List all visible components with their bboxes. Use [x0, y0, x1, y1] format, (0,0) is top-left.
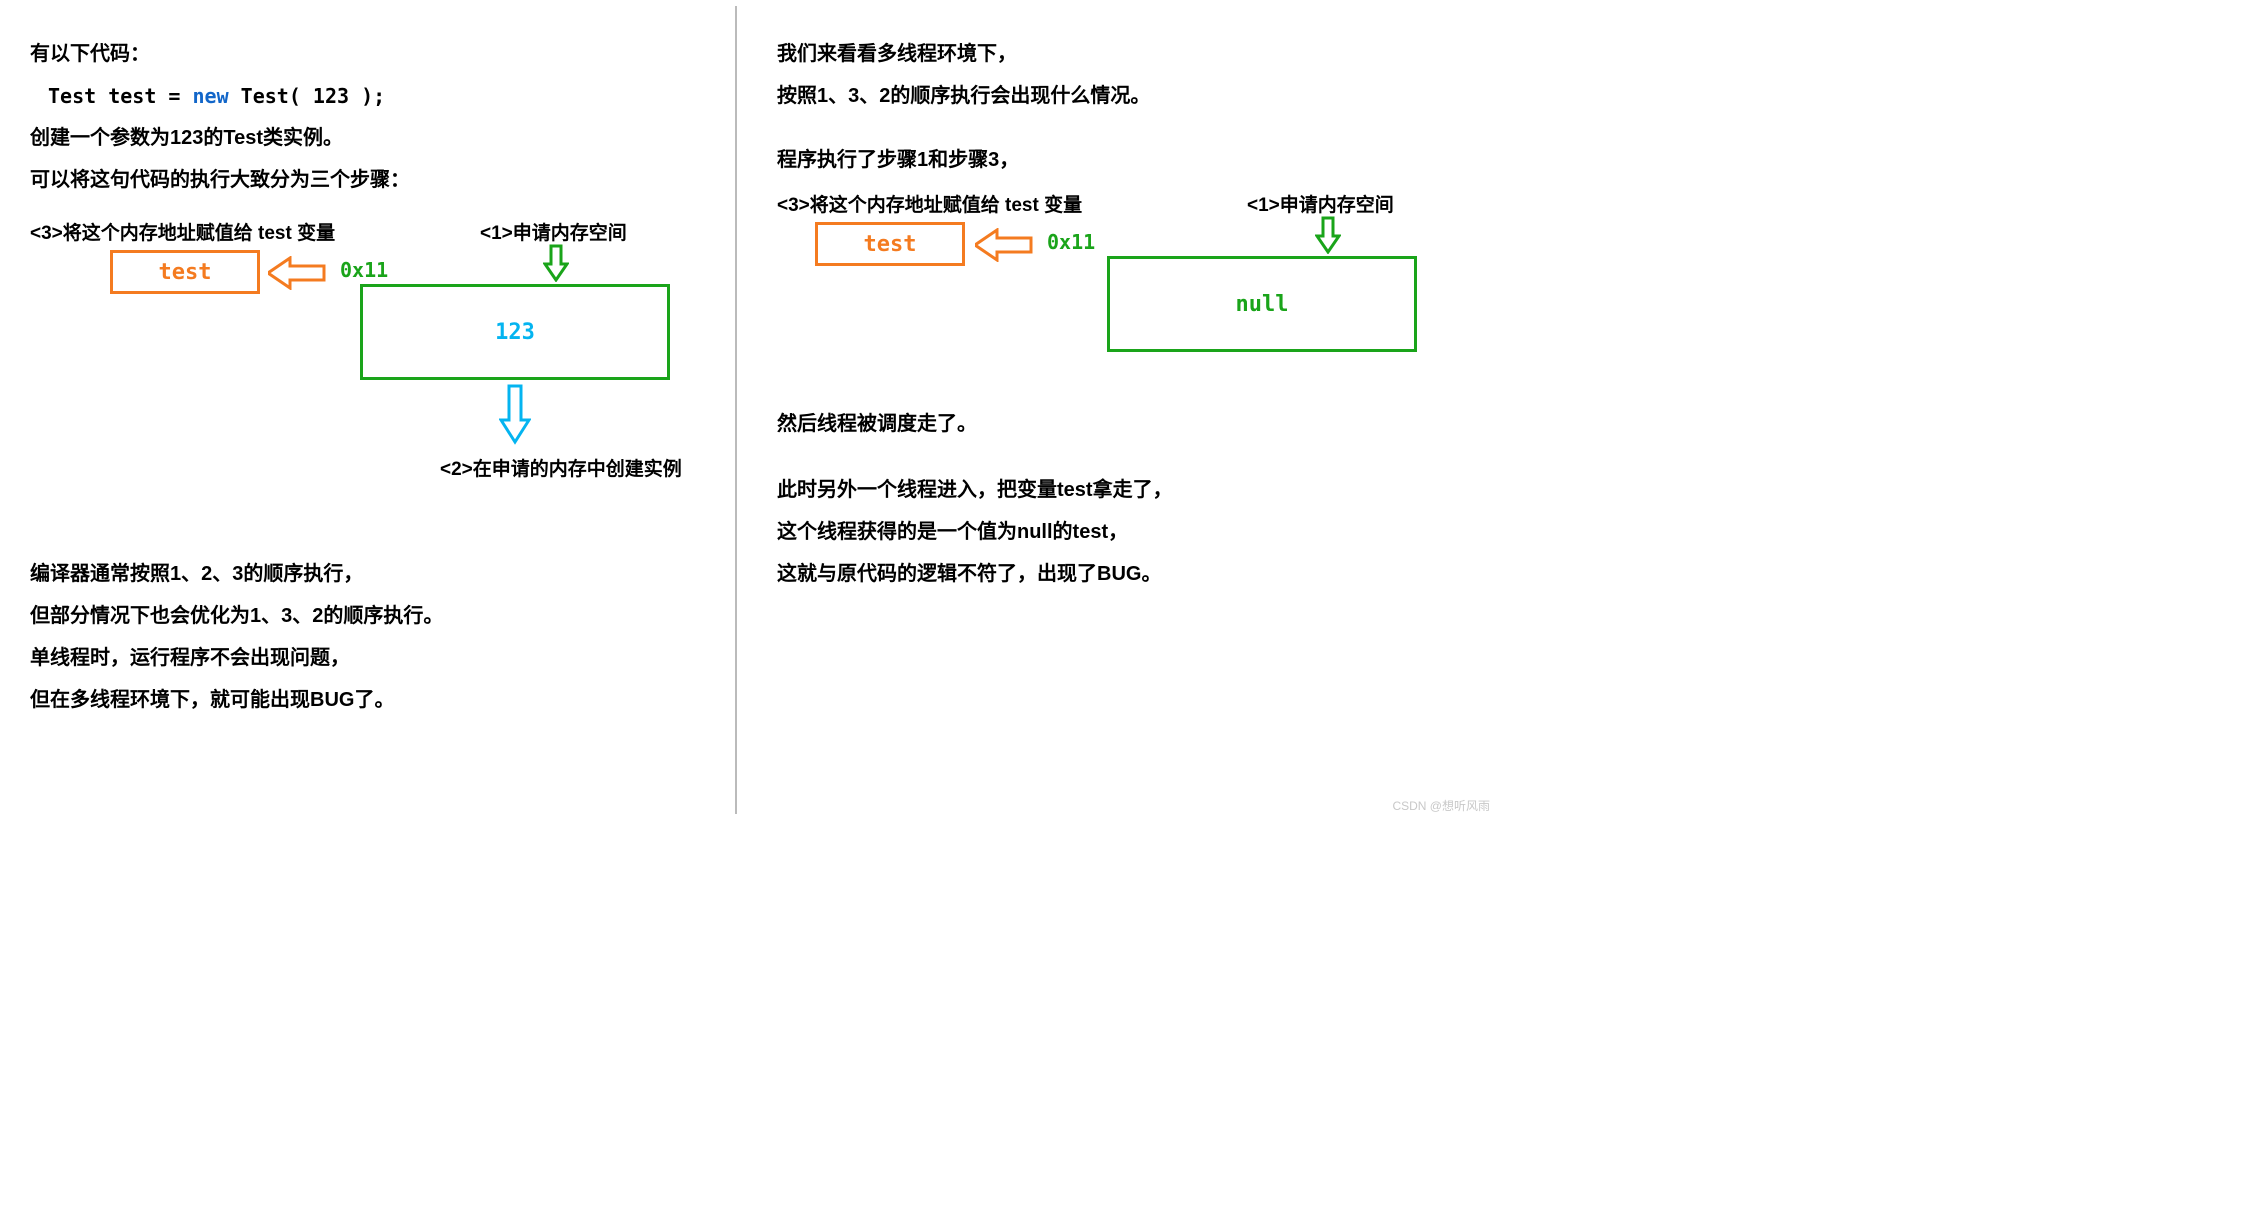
step2-label: <2>在申请的内存中创建实例	[440, 454, 682, 481]
code-part-b: Test( 123 );	[229, 84, 386, 108]
right-column: 我们来看看多线程环境下， 按照1、3、2的顺序执行会出现什么情况。 程序执行了步…	[737, 0, 1472, 820]
code-part-a: Test test =	[48, 84, 193, 108]
watermark: CSDN @想听风雨	[1392, 797, 1490, 814]
left-diagram: <3>将这个内存地址赋值给 test 变量 <1>申请内存空间 test 0x1…	[30, 208, 715, 518]
left-intro-3: 可以将这句代码的执行大致分为三个步骤：	[30, 162, 715, 198]
right-diagram: <3>将这个内存地址赋值给 test 变量 <1>申请内存空间 test 0x1…	[777, 190, 1452, 400]
memory-box-r: null	[1107, 256, 1417, 352]
right-paragraphs: 此时另外一个线程进入，把变量test拿走了， 这个线程获得的是一个值为null的…	[777, 472, 1452, 592]
right-r6: 这个线程获得的是一个值为null的test，	[777, 514, 1452, 550]
step1-label-r: <1>申请内存空间	[1247, 190, 1394, 217]
left-column: 有以下代码： Test test = new Test( 123 ); 创建一个…	[0, 0, 735, 820]
memory-box: 123	[360, 284, 670, 380]
left-intro-2: 创建一个参数为123的Test类实例。	[30, 120, 715, 156]
page: 有以下代码： Test test = new Test( 123 ); 创建一个…	[0, 0, 1500, 820]
left-intro-1: 有以下代码：	[30, 36, 715, 72]
code-line: Test test = new Test( 123 );	[30, 78, 715, 114]
left-p4: 但在多线程环境下，就可能出现BUG了。	[30, 682, 715, 718]
address-label: 0x11	[340, 258, 388, 282]
arrow-blue-down-icon	[499, 384, 531, 446]
code-keyword: new	[193, 84, 229, 108]
step1-label: <1>申请内存空间	[480, 218, 627, 245]
arrow-orange-icon	[268, 256, 326, 290]
left-p2: 但部分情况下也会优化为1、3、2的顺序执行。	[30, 598, 715, 634]
right-r7: 这就与原代码的逻辑不符了，出现了BUG。	[777, 556, 1452, 592]
right-r1: 我们来看看多线程环境下，	[777, 36, 1452, 72]
left-p3: 单线程时，运行程序不会出现问题，	[30, 640, 715, 676]
arrow-green-down-icon	[543, 244, 569, 282]
arrow-green-down-icon-r	[1315, 216, 1341, 254]
right-r4: 然后线程被调度走了。	[777, 406, 1452, 442]
test-box-r: test	[815, 222, 965, 266]
step3-label-r: <3>将这个内存地址赋值给 test 变量	[777, 190, 1082, 217]
arrow-orange-icon-r	[975, 228, 1033, 262]
left-paragraphs: 编译器通常按照1、2、3的顺序执行， 但部分情况下也会优化为1、3、2的顺序执行…	[30, 556, 715, 718]
right-r3: 程序执行了步骤1和步骤3，	[777, 142, 1452, 178]
left-p1: 编译器通常按照1、2、3的顺序执行，	[30, 556, 715, 592]
test-box: test	[110, 250, 260, 294]
step3-label: <3>将这个内存地址赋值给 test 变量	[30, 218, 335, 245]
right-r5: 此时另外一个线程进入，把变量test拿走了，	[777, 472, 1452, 508]
right-r2: 按照1、3、2的顺序执行会出现什么情况。	[777, 78, 1452, 114]
address-label-r: 0x11	[1047, 230, 1095, 254]
